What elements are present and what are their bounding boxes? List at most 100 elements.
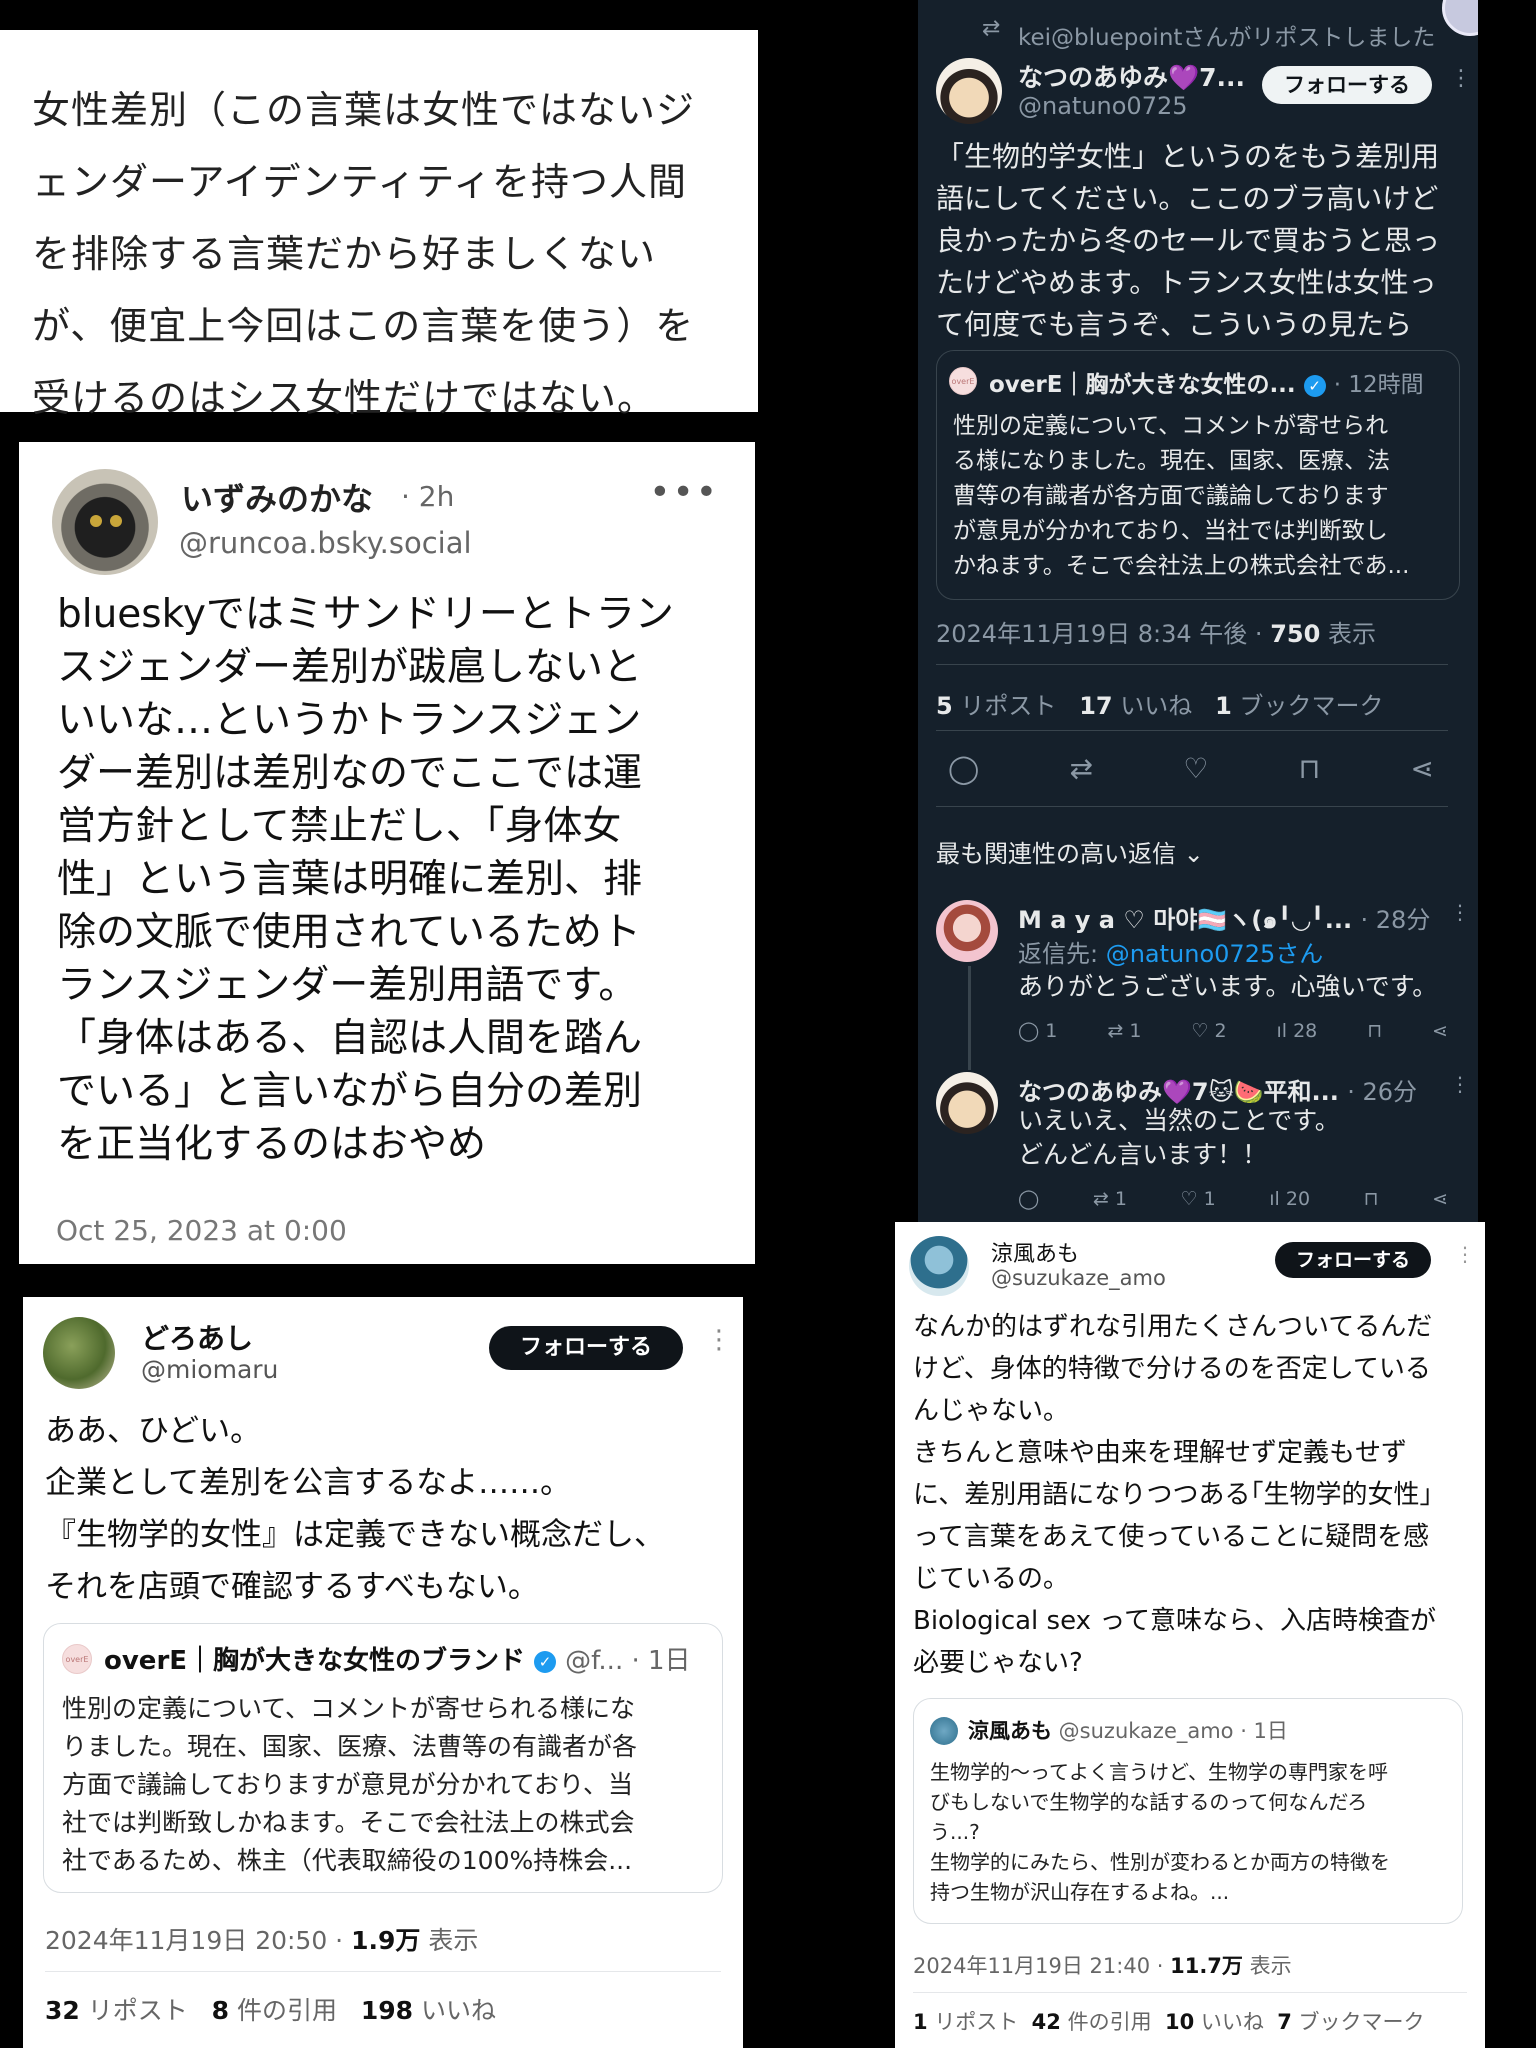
- views-icon[interactable]: ıl 28: [1277, 1020, 1318, 1042]
- author-handle[interactable]: @natuno0725: [1018, 92, 1188, 120]
- reply-text: いえいえ、当然のことです。 どんどん言います！！: [1018, 1104, 1340, 1172]
- reply-icon[interactable]: ◯ 1: [1018, 1020, 1057, 1042]
- avatar[interactable]: [936, 58, 1002, 124]
- quoted-author: overE｜胸が大きな女性のブランド: [104, 1646, 526, 1676]
- reply-sort-dropdown[interactable]: 最も関連性の高い返信 ⌄: [936, 834, 1204, 869]
- stat-likes[interactable]: 198 いいね: [361, 1996, 496, 2025]
- post-time: · 2h: [401, 480, 455, 513]
- reply-time: · 26分: [1347, 1078, 1417, 1106]
- author-name[interactable]: なつのあゆみ💜7...: [1018, 58, 1245, 94]
- quoted-post[interactable]: overE overE｜胸が大きな女性の... ✓ · 12時間 性別の定義につ…: [936, 350, 1460, 600]
- reply-icon[interactable]: ◯: [948, 752, 979, 785]
- author-name[interactable]: 涼風あも: [991, 1236, 1079, 1268]
- quoted-author: overE｜胸が大きな女性の...: [989, 372, 1296, 398]
- author-name[interactable]: どろあし: [141, 1317, 253, 1357]
- like-icon[interactable]: ♡: [1183, 752, 1208, 785]
- share-icon[interactable]: ⋖: [1432, 1188, 1448, 1210]
- reply-author-name[interactable]: なつのあゆみ💜7🐱🍉平和...: [1018, 1078, 1347, 1106]
- post-line: それを店頭で確認するすべもない。: [45, 1569, 539, 1605]
- repost-notice[interactable]: kei@bluepointさんがリポストしました: [1018, 18, 1435, 52]
- post-body: なんか的はずれな引用たくさんついてるんだ けど、身体的特徴で分けるのを否定してい…: [913, 1306, 1473, 1684]
- avatar[interactable]: [52, 469, 158, 575]
- x-post-natsuno-dark: ⇄ kei@bluepointさんがリポストしました なつのあゆみ💜7... @…: [918, 0, 1478, 1222]
- stat-quotes[interactable]: 42 件の引用: [1032, 2010, 1152, 2034]
- reply-author-name[interactable]: M a y a ♡ 마야🏳️‍⚧️ヽ(๑╹◡╹...: [1018, 906, 1361, 934]
- article-excerpt: 女性差別（この言葉は女性ではないジ ェンダーアイデンティティを持つ人間 を排除す…: [0, 30, 758, 420]
- stat-likes[interactable]: 17 いいね: [1079, 692, 1192, 720]
- reply-to-handle[interactable]: @natuno0725さん: [1106, 940, 1324, 968]
- quoted-post[interactable]: overE overE｜胸が大きな女性のブランド ✓ @f... · 1日 性別…: [43, 1623, 723, 1893]
- repost-icon[interactable]: ⇄ 1: [1093, 1188, 1127, 1210]
- avatar[interactable]: [43, 1317, 115, 1389]
- post-timestamp[interactable]: 2024年11月19日 8:34 午後 ·: [936, 620, 1270, 648]
- like-icon[interactable]: ♡ 1: [1181, 1188, 1216, 1210]
- stat-bookmarks[interactable]: 1 ブックマーク: [1215, 692, 1383, 720]
- x-post-suzukaze: 涼風あも @suzukaze_amo フォローする ⋮ なんか的はずれな引用たく…: [895, 1222, 1485, 2048]
- author-handle[interactable]: @runcoa.bsky.social: [179, 526, 472, 560]
- more-options-icon[interactable]: ⋮: [1450, 900, 1470, 924]
- repost-icon[interactable]: ⇄: [1070, 752, 1093, 785]
- author-handle[interactable]: @miomaru: [141, 1355, 278, 1384]
- post-meta: 2024年11月19日 8:34 午後 · 750 表示: [936, 614, 1376, 649]
- post-line: に、差別用語になりつつある｢生物学的女性｣: [913, 1480, 1433, 1510]
- stat-reposts[interactable]: 32 リポスト: [45, 1996, 188, 2025]
- stat-label: ブックマーク: [1239, 692, 1384, 720]
- post-line: ランスジェンダー差別用語です。: [57, 963, 638, 1008]
- post-line: 除の文脈で使用されているためト: [57, 910, 641, 955]
- views-icon[interactable]: ıl 20: [1269, 1188, 1310, 1210]
- reply-text: ありがとうございます。心強いです。: [1018, 970, 1437, 1004]
- quoted-line: 曹等の有識者が各方面で議論しております: [953, 483, 1389, 509]
- bookmark-icon[interactable]: ⊓: [1298, 752, 1320, 785]
- x-post-doroashi: どろあし @miomaru フォローする ⋮ ああ、ひどい。 企業として差別を公…: [23, 1297, 743, 2048]
- more-options-icon[interactable]: •••: [649, 472, 719, 513]
- stat-count: 10: [1164, 2010, 1195, 2034]
- brand-logo: overE: [62, 1644, 92, 1674]
- avatar[interactable]: [909, 1236, 969, 1296]
- avatar[interactable]: [936, 900, 998, 962]
- share-icon[interactable]: ⋖: [1411, 752, 1434, 785]
- bookmark-icon[interactable]: ⊓: [1367, 1020, 1382, 1042]
- share-icon[interactable]: ⋖: [1432, 1020, 1448, 1042]
- post-line: 「生物的学女性」というのをもう差別用: [936, 140, 1440, 173]
- post-stats: 1 リポスト 42 件の引用 10 いいね 7 ブックマーク: [913, 2006, 1425, 2036]
- stat-label: リポスト: [934, 2010, 1019, 2034]
- bookmark-icon[interactable]: ⊓: [1364, 1188, 1379, 1210]
- post-line: 語にしてください。ここのブラ高いけど: [936, 182, 1439, 215]
- author-name[interactable]: いずみのかな: [181, 474, 373, 520]
- author-handle[interactable]: @suzukaze_amo: [991, 1266, 1166, 1290]
- quoted-line: 生物学的〜ってよく言うけど、生物学の専門家を呼: [930, 1760, 1388, 1784]
- quoted-time: · 12時間: [1333, 372, 1424, 398]
- follow-button[interactable]: フォローする: [1275, 1242, 1431, 1278]
- follow-button[interactable]: フォローする: [1262, 66, 1432, 104]
- more-options-icon[interactable]: ⋮: [1450, 66, 1472, 91]
- stat-count: 7: [1277, 2010, 1292, 2034]
- reply-icon[interactable]: ◯: [1018, 1188, 1039, 1210]
- stat-reposts[interactable]: 5 リポスト: [936, 692, 1056, 720]
- stat-reposts[interactable]: 1 リポスト: [913, 2010, 1018, 2034]
- more-options-icon[interactable]: ⋮: [706, 1325, 732, 1355]
- stat-quotes[interactable]: 8 件の引用: [212, 1996, 337, 2025]
- divider: [936, 730, 1448, 731]
- reply-actions: ◯ ⇄ 1 ♡ 1 ıl 20 ⊓ ⋖: [1018, 1188, 1448, 1210]
- stat-label: いいね: [1120, 692, 1193, 720]
- post-timestamp[interactable]: 2024年11月19日 21:40 ·: [913, 1954, 1170, 1978]
- follow-button[interactable]: フォローする: [489, 1326, 683, 1370]
- stat-bookmarks[interactable]: 7 ブックマーク: [1277, 2010, 1424, 2034]
- like-icon[interactable]: ♡ 2: [1191, 1020, 1226, 1042]
- more-options-icon[interactable]: ⋮: [1455, 1242, 1475, 1266]
- stat-likes[interactable]: 10 いいね: [1165, 2010, 1264, 2034]
- repost-icon[interactable]: ⇄ 1: [1107, 1020, 1141, 1042]
- stat-label: いいね: [420, 1996, 496, 2025]
- post-line: を正当化するのはおやめ: [57, 1122, 487, 1167]
- floating-avatar[interactable]: [1442, 0, 1478, 36]
- post-line: 必要じゃない?: [913, 1648, 1083, 1678]
- avatar[interactable]: [936, 1072, 998, 1134]
- more-options-icon[interactable]: ⋮: [1450, 1072, 1470, 1096]
- reply-to: 返信先: @natuno0725さん: [1018, 934, 1323, 969]
- post-timestamp[interactable]: 2024年11月19日 20:50 ·: [45, 1926, 351, 1955]
- post-line: んじゃない。: [913, 1396, 1070, 1426]
- quoted-line: かねます。そこで会社法上の株式会社であ...: [953, 553, 1410, 579]
- quoted-body: 生物学的〜ってよく言うけど、生物学の専門家を呼 びもしないで生物学的な話するのっ…: [930, 1757, 1450, 1907]
- bluesky-post: いずみのかな · 2h @runcoa.bsky.social ••• blue…: [19, 442, 755, 1264]
- quoted-post[interactable]: 涼風あも @suzukaze_amo · 1日 生物学的〜ってよく言うけど、生物…: [913, 1698, 1463, 1924]
